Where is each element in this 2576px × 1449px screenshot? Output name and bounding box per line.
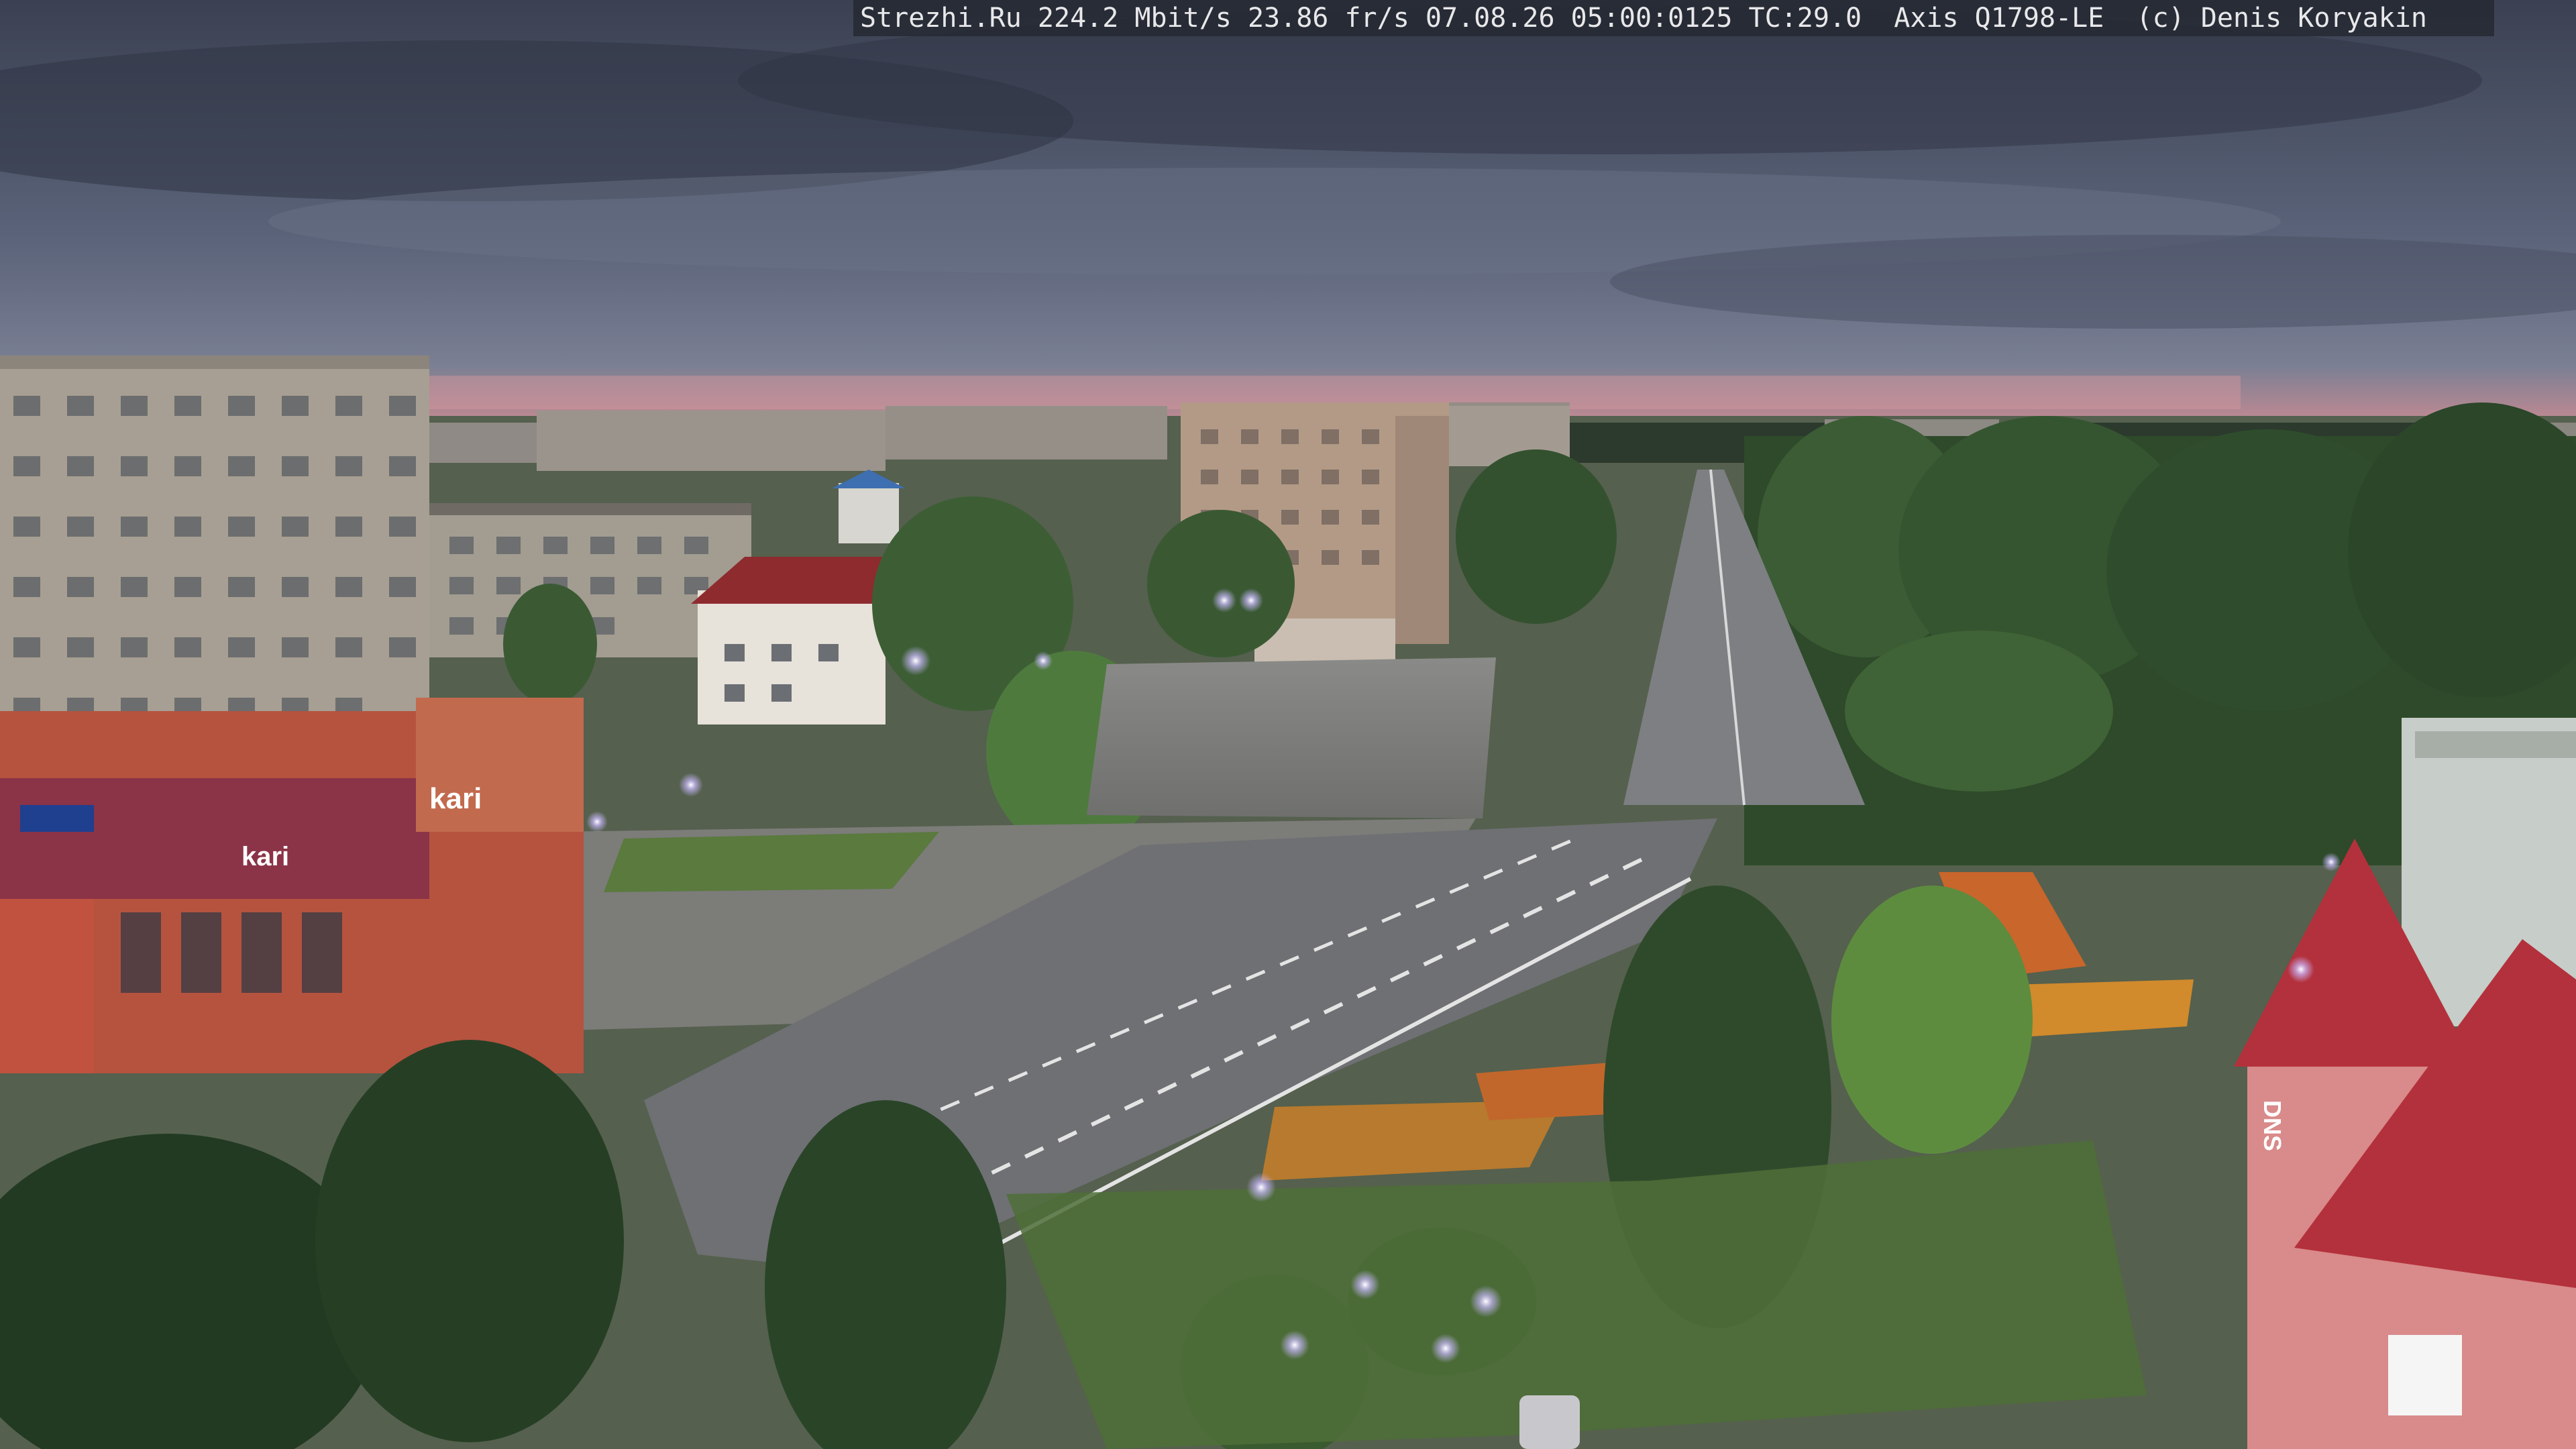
parked-car bbox=[1519, 1395, 1580, 1449]
kari-sign-upper: kari bbox=[429, 782, 482, 815]
red-roof-house bbox=[691, 557, 899, 724]
kari-sign-lower: kari bbox=[241, 842, 289, 871]
storefront-building: kari kari bbox=[0, 698, 584, 1073]
camera-info-overlay: Strezhi.Ru 224.2 Mbit/s 23.86 fr/s 07.08… bbox=[853, 0, 2494, 36]
city-street-webcam-scene: kari kari DNS bbox=[0, 0, 2576, 1449]
dns-sign: DNS bbox=[2259, 1100, 2286, 1151]
